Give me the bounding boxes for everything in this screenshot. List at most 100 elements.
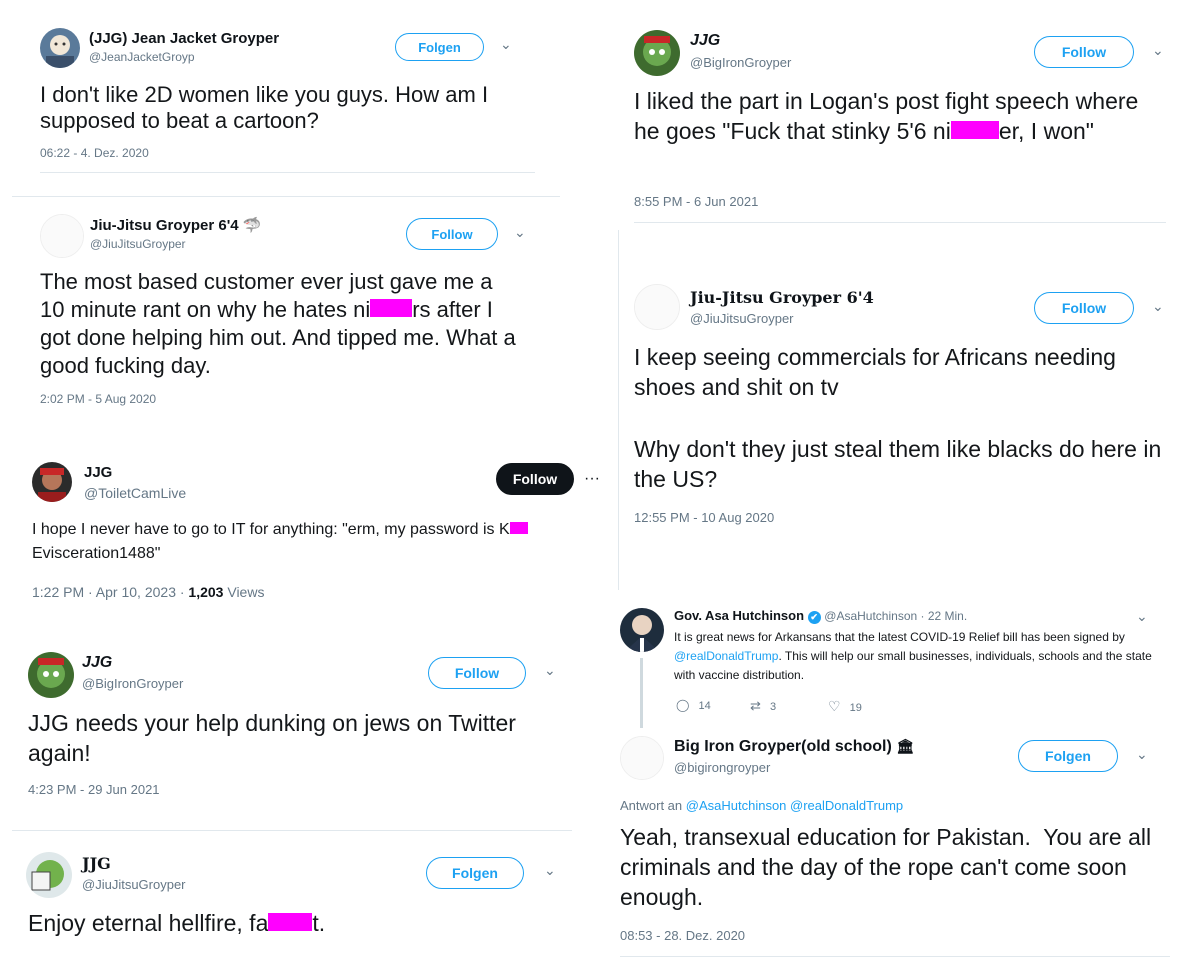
reply-icon: ◯ (676, 698, 690, 712)
display-name-text: Gov. Asa Hutchinson (674, 608, 805, 623)
chevron-down-icon[interactable]: ⌄ (1152, 298, 1164, 315)
timestamp[interactable]: 2:02 PM - 5 Aug 2020 (40, 392, 156, 406)
user-handle[interactable]: @BigIronGroyper (82, 676, 183, 691)
timestamp[interactable]: 4:23 PM - 29 Jun 2021 (28, 782, 160, 797)
tweet-text: Enjoy eternal hellfire, fa t. (28, 910, 548, 938)
tweet-text-part: er, I won" (998, 118, 1094, 144)
tweet-bigiron-oldschool: Big Iron Groyper(old school) 🏛 @bigirong… (608, 732, 1178, 962)
user-handle[interactable]: @BigIronGroyper (690, 55, 791, 70)
censor-block (509, 522, 528, 534)
reply-mentions[interactable]: @AsaHutchinson @realDonaldTrump (686, 798, 903, 813)
follow-button[interactable]: Folgen (395, 33, 484, 61)
display-name-text: Jiu-Jitsu Groyper 6'4 (90, 217, 239, 234)
timestamp[interactable]: 08:53 - 28. Dez. 2020 (620, 928, 745, 943)
avatar[interactable] (40, 214, 84, 258)
user-handle[interactable]: @ToiletCamLive (84, 485, 186, 501)
tweet-text: JJG needs your help dunking on jews on T… (28, 710, 516, 766)
avatar[interactable] (32, 462, 72, 502)
thread-line (640, 658, 643, 728)
view-label: Views (223, 584, 265, 600)
chevron-down-icon[interactable]: ⌄ (1136, 608, 1148, 625)
tweet-bigiron-1: JJG @BigIronGroyper Follow ⌄ JJG needs y… (18, 642, 578, 812)
classical-building-icon: 🏛 (896, 738, 915, 754)
tweet-text: The most based customer ever just gave m… (40, 268, 520, 380)
timestamp[interactable]: 8:55 PM - 6 Jun 2021 (634, 194, 758, 209)
user-handle[interactable]: @JeanJacketGroyp (89, 50, 195, 64)
tweet-text-paragraph-1: I keep seeing commercials for Africans n… (634, 344, 1116, 400)
avatar[interactable] (620, 736, 664, 780)
tweet-text-part: I hope I never have to go to IT for anyt… (32, 521, 510, 538)
display-name[interactable]: Jiu-Jitsu Groyper 6'4 (690, 288, 874, 307)
censor-block (268, 913, 313, 931)
like-count: 19 (849, 702, 862, 714)
reply-count: 14 (698, 700, 711, 712)
timestamp[interactable]: 12:55 PM - 10 Aug 2020 (634, 510, 774, 525)
mention-link[interactable]: @realDonaldTrump (674, 649, 778, 663)
user-handle[interactable]: @JiuJitsuGroyper (690, 311, 794, 326)
tweet-text-paragraph-2: Why don't they just steal them like blac… (634, 436, 1162, 492)
tweet-text: I hope I never have to go to IT for anyt… (32, 518, 592, 566)
more-icon[interactable]: ··· (584, 470, 600, 488)
follow-button[interactable]: Follow (406, 218, 498, 250)
display-name[interactable]: Big Iron Groyper(old school) 🏛 (674, 738, 914, 756)
tweet-text-part: t. (312, 910, 326, 936)
chevron-down-icon[interactable]: ⌄ (1152, 42, 1164, 59)
avatar[interactable] (634, 284, 680, 330)
avatar[interactable] (40, 28, 80, 68)
follow-button[interactable]: Folgen (426, 857, 524, 889)
tweet-text: I liked the part in Logan's post fight s… (634, 86, 1164, 146)
avatar[interactable] (634, 30, 680, 76)
timestamp[interactable]: 06:22 - 4. Dez. 2020 (40, 146, 149, 160)
reply-context: Antwort an @AsaHutchinson @realDonaldTru… (620, 798, 903, 813)
timestamp[interactable]: 1:22 PM · Apr 10, 2023 · 1,203 Views (32, 584, 264, 600)
avatar[interactable] (28, 652, 74, 698)
divider (620, 956, 1170, 957)
tweet-asa-hutchinson: Gov. Asa Hutchinson ✔ @AsaHutchinson · 2… (614, 602, 1174, 732)
follow-button[interactable]: Follow (496, 463, 574, 495)
reply-action[interactable]: ◯ 14 (676, 698, 711, 712)
reply-prefix: Antwort an (620, 798, 686, 813)
avatar[interactable] (26, 852, 72, 898)
follow-button[interactable]: Follow (1034, 292, 1134, 324)
display-name[interactable]: JJG (82, 654, 112, 672)
chevron-down-icon[interactable]: ⌄ (1136, 746, 1148, 763)
tweet-text: It is great news for Arkansans that the … (674, 628, 1154, 685)
view-count: 1,203 (188, 584, 224, 600)
shark-icon: 🦈 (242, 217, 262, 234)
heart-icon: ♡ (828, 698, 841, 714)
divider (618, 230, 619, 590)
tweet-toiletcam: JJG @ToiletCamLive Follow ··· I hope I n… (22, 452, 612, 612)
chevron-down-icon[interactable]: ⌄ (514, 224, 526, 241)
user-handle[interactable]: @AsaHutchinson · 22 Min. (824, 609, 967, 623)
timestamp-text: 1:22 PM · Apr 10, 2023 · (32, 584, 189, 600)
follow-button[interactable]: Follow (1034, 36, 1134, 68)
tweet-jiujitsu-1: Jiu-Jitsu Groyper 6'4 🦈 @JiuJitsuGroyper… (30, 204, 570, 424)
display-name[interactable]: (JJG) Jean Jacket Groyper (89, 30, 279, 47)
tweet-text-part: Evisceration1488" (32, 545, 161, 562)
divider (40, 172, 535, 173)
divider (634, 222, 1166, 223)
user-handle[interactable]: @JiuJitsuGroyper (82, 877, 186, 892)
follow-button[interactable]: Folgen (1018, 740, 1118, 772)
like-action[interactable]: ♡ 19 (828, 698, 862, 715)
tweet-jiujitsu-2: JJG @JiuJitsuGroyper Folgen ⌄ Enjoy eter… (18, 840, 578, 960)
chevron-down-icon[interactable]: ⌄ (500, 36, 512, 53)
tweet-jean-jacket: (JJG) Jean Jacket Groyper @JeanJacketGro… (28, 18, 538, 188)
censor-block (370, 299, 413, 317)
display-name[interactable]: JJG (84, 464, 112, 481)
chevron-down-icon[interactable]: ⌄ (544, 662, 556, 679)
chevron-down-icon[interactable]: ⌄ (544, 862, 556, 879)
retweet-action[interactable]: ⇄ 3 (750, 698, 776, 714)
avatar[interactable] (620, 608, 664, 652)
tweet-text-part: Enjoy eternal hellfire, fa (28, 910, 269, 936)
user-handle[interactable]: @JiuJitsuGroyper (90, 237, 186, 251)
display-name[interactable]: JJG (690, 32, 720, 50)
verified-badge-icon: ✔ (807, 611, 821, 624)
user-handle[interactable]: @bigirongroyper (674, 760, 770, 775)
display-name[interactable]: Jiu-Jitsu Groyper 6'4 🦈 (90, 216, 261, 234)
retweet-count: 3 (769, 701, 777, 713)
tweet-text: I don't like 2D women like you guys. How… (40, 82, 489, 134)
display-name[interactable]: Gov. Asa Hutchinson ✔ @AsaHutchinson · 2… (674, 608, 967, 624)
follow-button[interactable]: Follow (428, 657, 526, 689)
display-name[interactable]: JJG (82, 854, 111, 873)
